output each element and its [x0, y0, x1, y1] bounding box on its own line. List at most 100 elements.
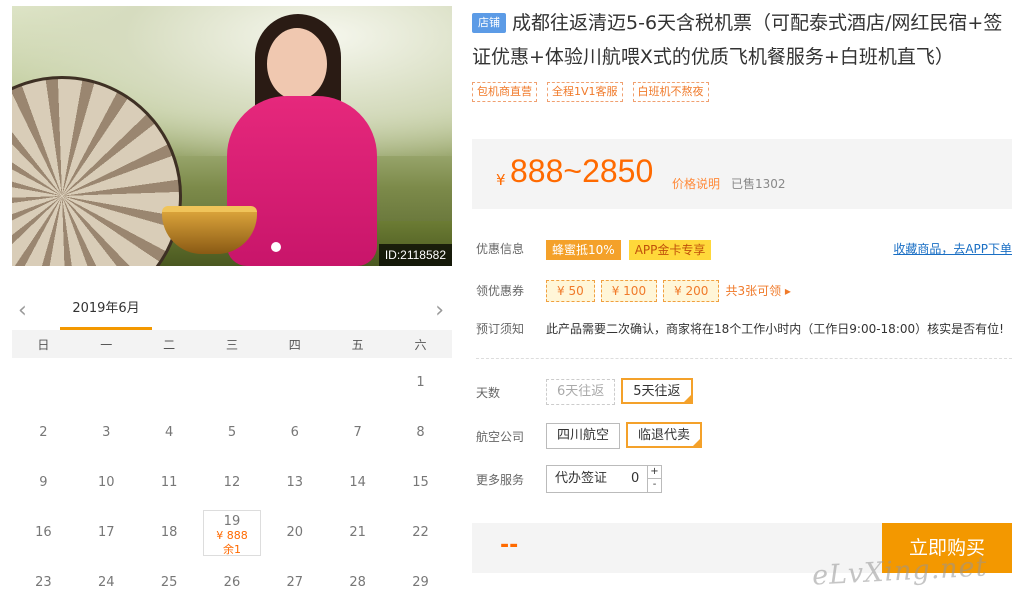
calendar-cell: 10	[75, 458, 138, 508]
calendar-day[interactable]: 14	[329, 460, 387, 506]
calendar-cell: 18	[138, 508, 201, 558]
image-id-label: ID:2118582	[378, 244, 452, 266]
calendar-cell: 29	[389, 558, 452, 605]
calendar-day[interactable]: 12	[203, 460, 261, 506]
days-row: 天数 6天往返 5天往返	[476, 378, 1012, 406]
calendar-cell: 19 ¥ 888 余1	[201, 508, 264, 558]
calendar-day[interactable]: 22	[392, 510, 450, 556]
calendar-day[interactable]: 20	[266, 510, 324, 556]
calendar-cell	[138, 358, 201, 408]
date-calendar: ‹ 2019年6月 › 日一二三四五六 1 2 3 4 5 6 7 8 9 10 11 12 13 14 1…	[12, 292, 452, 605]
coupon-item[interactable]: ¥ 50	[546, 280, 595, 302]
calendar-day[interactable]: 17	[77, 510, 135, 556]
calendar-cell: 8	[389, 408, 452, 458]
days-option-6[interactable]: 6天往返	[546, 379, 616, 405]
decrement-button[interactable]: -	[647, 479, 661, 492]
calendar-cell: 3	[75, 408, 138, 458]
calendar-day[interactable]: 4	[140, 410, 198, 456]
pink-dress-graphic	[227, 96, 377, 266]
quantity-value[interactable]: 0	[631, 466, 639, 492]
calendar-cell	[201, 358, 264, 408]
services-label: 更多服务	[476, 473, 525, 487]
calendar-cell: 17	[75, 508, 138, 558]
calendar-cell: 13	[263, 458, 326, 508]
airline-option-resale[interactable]: 临退代卖	[626, 422, 703, 448]
calendar-cell: 9	[12, 458, 75, 508]
days-option-5[interactable]: 5天往返	[621, 378, 693, 404]
promo-badges: 蜂蜜抵10% APP金卡专享	[546, 240, 719, 260]
calendar-day[interactable]: 16	[14, 510, 72, 556]
currency-symbol: ¥	[496, 171, 506, 189]
price-range: 888~2850	[510, 153, 654, 189]
weekday-header: 三	[200, 330, 264, 358]
weekday-header: 四	[263, 330, 327, 358]
calendar-cell: 25	[138, 558, 201, 605]
calendar-day-selected[interactable]: 19 ¥ 888 余1	[202, 509, 261, 556]
day-number: 19	[223, 513, 241, 529]
chevron-right-icon[interactable]: ›	[435, 300, 444, 322]
booking-notice-row: 预订须知 此产品需要二次确认，商家将在18个工作小时内（工作日9:00-18:0…	[476, 320, 1012, 338]
coupon-label: 领优惠券	[476, 284, 525, 298]
product-tag: 全程1V1客服	[547, 82, 623, 102]
calendar-cell	[75, 358, 138, 408]
airline-label: 航空公司	[476, 430, 525, 444]
calendar-day[interactable]: 21	[329, 510, 387, 556]
product-hero-image[interactable]: ID:2118582	[12, 6, 452, 266]
calendar-day[interactable]: 8	[392, 410, 450, 456]
calendar-day[interactable]: 13	[266, 460, 324, 506]
calendar-day[interactable]: 29	[392, 560, 450, 605]
product-info: 店铺 成都往返清迈5-6天含税机票（可配泰式酒店/网红民宿+签证优惠+体验川航喂X…	[472, 6, 1012, 102]
calendar-cell: 1	[389, 358, 452, 408]
calendar-day[interactable]: 26	[203, 560, 261, 605]
increment-button[interactable]: +	[647, 466, 661, 479]
total-price: --	[500, 533, 519, 558]
product-tags: 包机商直营 全程1V1客服 白班机不熬夜	[472, 80, 1012, 102]
calendar-day[interactable]: 5	[203, 410, 261, 456]
calendar-day[interactable]: 27	[266, 560, 324, 605]
calendar-day[interactable]: 25	[140, 560, 198, 605]
calendar-day[interactable]: 1	[392, 360, 450, 406]
calendar-header: ‹ 2019年6月 ›	[12, 292, 452, 330]
visa-service-name: 代办签证	[555, 471, 608, 486]
calendar-cell	[326, 358, 389, 408]
calendar-day[interactable]: 6	[266, 410, 324, 456]
calendar-day[interactable]: 3	[77, 410, 135, 456]
price-explain-link[interactable]: 价格说明	[672, 175, 720, 192]
calendar-day[interactable]: 24	[77, 560, 135, 605]
calendar-day[interactable]: 7	[329, 410, 387, 456]
calendar-cell: 22	[389, 508, 452, 558]
quantity-stepper: 代办签证 0 + -	[546, 465, 662, 493]
calendar-day[interactable]: 23	[14, 560, 72, 605]
airline-option-sichuan[interactable]: 四川航空	[546, 423, 621, 449]
airline-row: 航空公司 四川航空 临退代卖	[476, 422, 1012, 450]
calendar-cell: 16	[12, 508, 75, 558]
coupon-list: ¥ 50 ¥ 100 ¥ 200 共3张可领 ▸	[546, 280, 791, 302]
calendar-cell: 4	[138, 408, 201, 458]
calendar-day[interactable]: 11	[140, 460, 198, 506]
carousel-dot[interactable]	[271, 242, 281, 252]
calendar-day[interactable]: 2	[14, 410, 72, 456]
favorite-link[interactable]: 收藏商品，去APP下单	[893, 240, 1012, 257]
chevron-left-icon[interactable]: ‹	[18, 300, 27, 322]
calendar-day[interactable]: 9	[14, 460, 72, 506]
calendar-cell: 23	[12, 558, 75, 605]
calendar-week: 9 10 11 12 13 14 15	[12, 458, 452, 508]
calendar-cell: 12	[201, 458, 264, 508]
coupon-item[interactable]: ¥ 200	[663, 280, 720, 302]
calendar-cell: 24	[75, 558, 138, 605]
calendar-day[interactable]: 28	[329, 560, 387, 605]
calendar-cell: 11	[138, 458, 201, 508]
calendar-cell: 5	[201, 408, 264, 458]
shop-badge[interactable]: 店铺	[472, 13, 506, 33]
calendar-day[interactable]: 18	[140, 510, 198, 556]
coupon-item[interactable]: ¥ 100	[600, 280, 658, 302]
calendar-day[interactable]: 15	[392, 460, 450, 506]
coupon-more-link[interactable]: 共3张可领 ▸	[725, 284, 790, 298]
product-tag: 包机商直营	[472, 82, 537, 102]
product-title: 店铺 成都往返清迈5-6天含税机票（可配泰式酒店/网红民宿+签证优惠+体验川航喂X…	[472, 6, 1012, 74]
coupon-row: 领优惠券 ¥ 50 ¥ 100 ¥ 200 共3张可领 ▸	[476, 280, 1012, 304]
calendar-month-tab[interactable]: 2019年6月	[60, 292, 152, 330]
calendar-cell	[263, 358, 326, 408]
weekday-header: 二	[137, 330, 201, 358]
calendar-day[interactable]: 10	[77, 460, 135, 506]
